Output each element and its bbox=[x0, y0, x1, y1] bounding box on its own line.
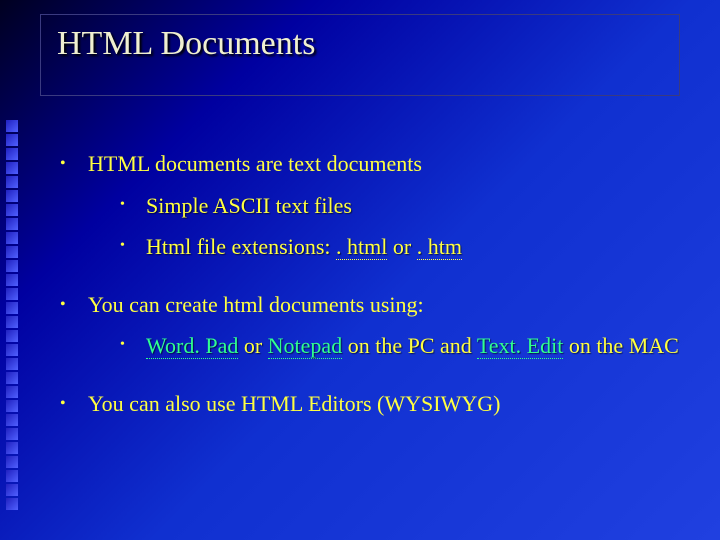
bullet-dot-icon: • bbox=[60, 291, 88, 370]
ext-htm: . htm bbox=[417, 234, 462, 260]
bullet-3-text: You can also use HTML Editors (WYSIWYG) bbox=[88, 391, 500, 416]
app-notepad: Notepad bbox=[268, 333, 343, 359]
bullet-1: • HTML documents are text documents • Si… bbox=[60, 150, 680, 271]
bullet-dot-icon: • bbox=[120, 192, 146, 220]
sub-bullet-1-1-text: Simple ASCII text files bbox=[146, 193, 352, 218]
bullet-2: • You can create html documents using: •… bbox=[60, 291, 680, 370]
bullet-2-text: You can create html documents using: bbox=[88, 292, 424, 317]
app-textedit: Text. Edit bbox=[477, 333, 563, 359]
bullet-1-text: HTML documents are text documents bbox=[88, 151, 422, 176]
bullet-dot-icon: • bbox=[120, 332, 146, 360]
bullet-dot-icon: • bbox=[120, 233, 146, 261]
sub-bullet-1-2-prefix: Html file extensions: bbox=[146, 234, 336, 259]
t2: on the PC and bbox=[342, 333, 477, 358]
bullet-dot-icon: • bbox=[60, 390, 88, 418]
sub-bullet-1-2-mid: or bbox=[387, 234, 416, 259]
slide-title: HTML Documents bbox=[57, 25, 663, 63]
t1: or bbox=[238, 333, 267, 358]
sub-bullet-2-1: • Word. Pad or Notepad on the PC and Tex… bbox=[120, 332, 680, 360]
bullet-3: • You can also use HTML Editors (WYSIWYG… bbox=[60, 390, 680, 418]
title-box: HTML Documents bbox=[40, 14, 680, 96]
bullet-dot-icon: • bbox=[60, 150, 88, 271]
app-wordpad: Word. Pad bbox=[146, 333, 238, 359]
ext-html: . html bbox=[336, 234, 387, 260]
decoration-squares bbox=[6, 120, 20, 512]
t3: on the MAC bbox=[563, 333, 679, 358]
sub-bullet-1-1: • Simple ASCII text files bbox=[120, 192, 680, 220]
sub-bullet-1-2: • Html file extensions: . html or . htm bbox=[120, 233, 680, 261]
slide-content: • HTML documents are text documents • Si… bbox=[60, 150, 680, 438]
